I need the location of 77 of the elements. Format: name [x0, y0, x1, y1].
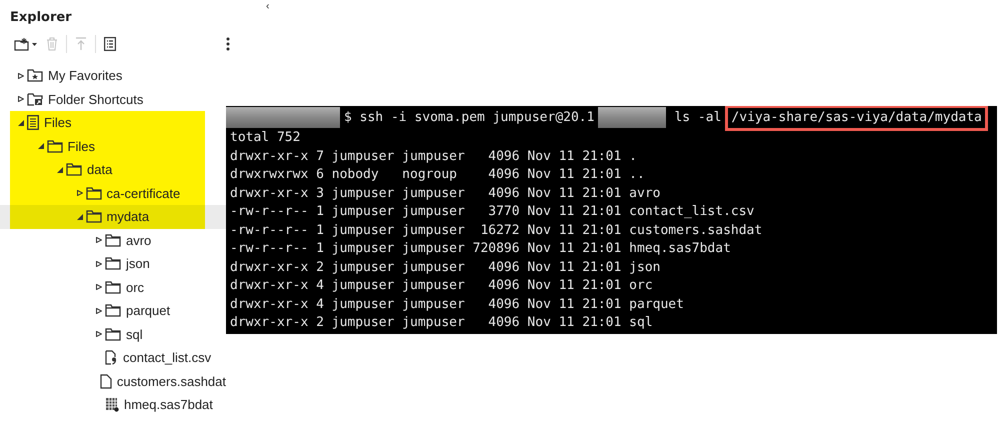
folder-icon [105, 328, 121, 341]
tree-item[interactable]: customers.sashdat [0, 370, 226, 393]
item-label: hmeq.sas7bdat [124, 397, 213, 412]
item-label: Files [68, 138, 95, 154]
item-label: json [126, 256, 150, 272]
item-label: mydata [106, 209, 150, 224]
expand-arrow-icon[interactable] [18, 72, 24, 79]
new-item-button[interactable] [14, 35, 38, 53]
terminal-line: drwxrwxrwx 6 nobody nogroup 4096 Nov 11 21:01 .. [229, 166, 646, 184]
item-label: contact_list.csv [123, 350, 212, 366]
expand-arrow-icon[interactable] [96, 331, 102, 338]
terminal-line: drwxr-xr-x 2 jumpuser jumpuser 4096 Nov 11 21:01 json [229, 258, 662, 276]
file-icon [100, 374, 112, 389]
tree-item[interactable]: mydata [0, 205, 226, 228]
tree-item[interactable]: contact_list.csv [0, 346, 226, 370]
tree-item[interactable]: ca-certificate [0, 182, 226, 205]
terminal-line: drwxr-xr-x 3 jumpuser jumpuser 4096 Nov 11 21:01 avro [229, 184, 662, 202]
command-text: ls -al [674, 110, 722, 125]
item-label: data [87, 162, 112, 178]
expand-arrow-icon[interactable] [96, 308, 102, 314]
terminal-line: drwxr-xr-x 2 jumpuser jumpuser 4096 Nov 11 21:01 sql [229, 314, 654, 332]
item-label: orc [126, 280, 144, 295]
expand-arrow-icon[interactable] [18, 96, 24, 102]
terminal-line: drwxr-xr-x 4 jumpuser jumpuser 4096 Nov 11 21:01 orc [229, 277, 654, 295]
table-file-icon [105, 397, 119, 412]
collapse-arrow-icon[interactable] [38, 143, 44, 150]
item-label: parquet [126, 303, 170, 318]
terminal-line: -rw-r--r-- 1 jumpuser jumpuser 16272 Nov 11 21:01 customers.sashdat [229, 222, 764, 240]
panel-title: Explorer [10, 10, 72, 25]
tree-item[interactable]: hmeq.sas7bdat [0, 393, 226, 416]
terminal-line: total 752 [229, 129, 302, 147]
folder-icon [66, 163, 82, 176]
highlighted-path: /viya-share/sas-viya/data/mydata [725, 106, 988, 130]
tree-item[interactable]: orc [0, 276, 226, 299]
redaction-bar [598, 107, 666, 128]
tree-item[interactable]: Files [0, 111, 226, 134]
document-list-icon [27, 115, 39, 130]
collapse-arrow-icon[interactable] [57, 166, 63, 173]
star-folder-icon [27, 69, 43, 82]
tree-item[interactable]: data [0, 158, 226, 182]
item-label: customers.sashdat [116, 374, 226, 389]
tree-item[interactable]: Folder Shortcuts [0, 88, 226, 111]
shortcut-folder-icon [27, 92, 43, 106]
folder-icon [86, 210, 102, 224]
collapse-arrow-icon[interactable] [18, 120, 24, 126]
terminal-line: -rw-r--r-- 1 jumpuser jumpuser 3770 Nov 11 21:01 contact_list.csv [229, 203, 756, 221]
collapse-button[interactable]: ‹ [266, 0, 270, 15]
terminal-line: drwxr-xr-x 4 jumpuser jumpuser 4096 Nov 11 21:01 parquet [229, 296, 685, 314]
item-label: avro [126, 232, 152, 248]
item-label: sql [126, 326, 143, 342]
folder-icon [105, 280, 121, 294]
expand-arrow-icon[interactable] [96, 284, 102, 290]
folder-icon [86, 186, 102, 200]
folder-icon [105, 234, 121, 247]
item-label: Folder Shortcuts [48, 92, 144, 107]
expand-arrow-icon[interactable] [96, 260, 102, 267]
collapse-arrow-icon[interactable] [76, 214, 82, 220]
folder-icon [46, 140, 62, 153]
tree-item[interactable]: json [0, 252, 226, 276]
tree-item[interactable]: avro [0, 228, 226, 252]
terminal-line: drwxr-xr-x 7 jumpuser jumpuser 4096 Nov 11 21:01 . [229, 148, 638, 166]
item-label: ca-certificate [106, 186, 180, 201]
more-button[interactable] [226, 35, 230, 53]
tree-item[interactable]: parquet [0, 299, 226, 322]
command-text: $ ssh -i svoma.pem jumpuser@20.1 [344, 110, 594, 125]
terminal-line: -rw-r--r-- 1 jumpuser jumpuser 720896 Nov 11 21:01 hmeq.sas7bdat [229, 240, 732, 258]
tree-item[interactable]: sql [0, 322, 226, 346]
details-button[interactable] [104, 35, 116, 53]
item-label: Files [44, 115, 72, 130]
expand-arrow-icon[interactable] [96, 237, 102, 244]
folder-icon [105, 257, 121, 270]
folder-icon [105, 304, 121, 318]
item-label: My Favorites [48, 68, 122, 84]
csv-file-icon [105, 350, 118, 366]
expand-arrow-icon[interactable] [76, 190, 82, 196]
tree-item[interactable]: Files [0, 134, 226, 158]
tree-item[interactable]: My Favorites [0, 64, 226, 88]
